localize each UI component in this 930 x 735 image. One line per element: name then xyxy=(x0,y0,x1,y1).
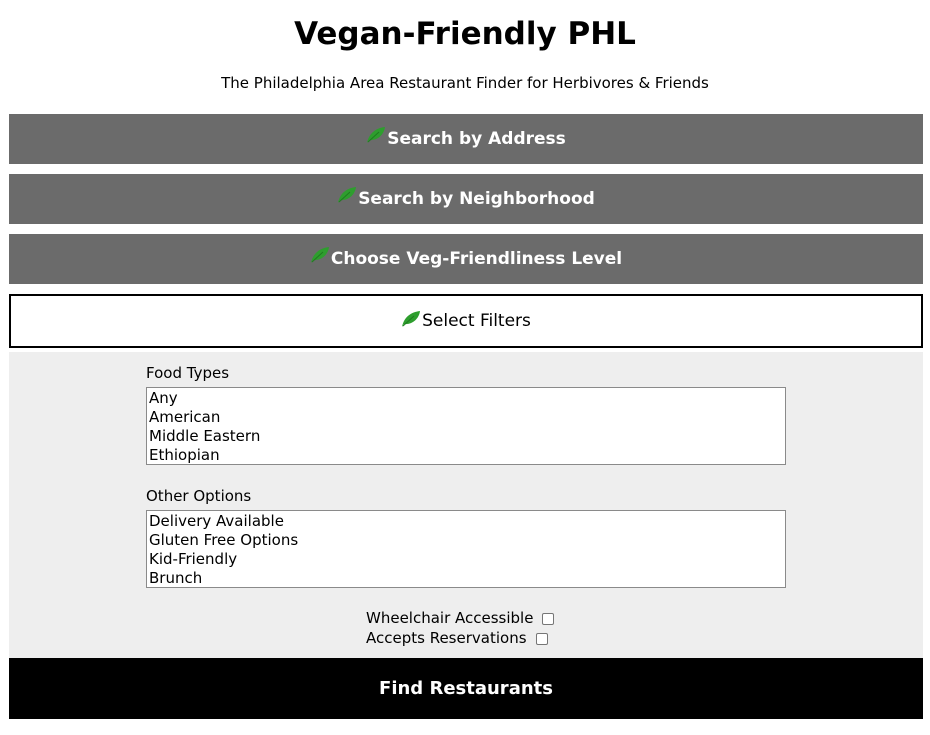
page-title: Vegan-Friendly PHL xyxy=(294,16,636,52)
accepts-reservations-checkbox[interactable] xyxy=(535,633,548,645)
section-label: Choose Veg-Friendliness Level xyxy=(330,249,623,269)
leaf-icon xyxy=(338,187,357,203)
accepts-reservations-label: Accepts Reservations xyxy=(366,629,527,647)
filters-panel: Food Types Any American Middle Eastern E… xyxy=(9,352,923,658)
veg-friendliness-level-section[interactable]: Choose Veg-Friendliness Level xyxy=(9,234,923,284)
wheelchair-accessible-row: Wheelchair Accessible xyxy=(366,608,555,628)
search-by-neighborhood-section[interactable]: Search by Neighborhood xyxy=(9,174,923,224)
wheelchair-accessible-checkbox[interactable] xyxy=(542,613,555,625)
food-types-label: Food Types xyxy=(146,364,230,382)
other-options-label: Other Options xyxy=(146,487,252,505)
wheelchair-accessible-label: Wheelchair Accessible xyxy=(366,609,534,627)
food-types-select[interactable]: Any American Middle Eastern Ethiopian xyxy=(146,387,786,465)
food-type-option[interactable]: Ethiopian xyxy=(149,446,783,464)
other-option[interactable]: Gluten Free Options xyxy=(149,531,783,550)
leaf-icon xyxy=(310,247,329,263)
accepts-reservations-row: Accepts Reservations xyxy=(366,628,548,648)
food-type-option[interactable]: Any xyxy=(149,389,783,408)
other-option[interactable]: Brunch xyxy=(149,569,783,587)
food-type-option[interactable]: American xyxy=(149,408,783,427)
other-options-select[interactable]: Delivery Available Gluten Free Options K… xyxy=(146,510,786,588)
select-filters-section[interactable]: Select Filters xyxy=(9,294,923,348)
find-restaurants-button[interactable]: Find Restaurants xyxy=(9,658,923,719)
page: Vegan-Friendly PHL The Philadelphia Area… xyxy=(0,0,930,735)
page-subtitle: The Philadelphia Area Restaurant Finder … xyxy=(221,74,709,92)
section-label: Search by Address xyxy=(387,129,566,149)
other-option[interactable]: Kid-Friendly xyxy=(149,550,783,569)
food-type-option[interactable]: Middle Eastern xyxy=(149,427,783,446)
leaf-icon xyxy=(367,127,386,143)
other-option[interactable]: Delivery Available xyxy=(149,512,783,531)
section-label: Search by Neighborhood xyxy=(358,189,595,209)
leaf-icon xyxy=(402,311,421,327)
search-by-address-section[interactable]: Search by Address xyxy=(9,114,923,164)
section-label: Select Filters xyxy=(422,311,531,331)
